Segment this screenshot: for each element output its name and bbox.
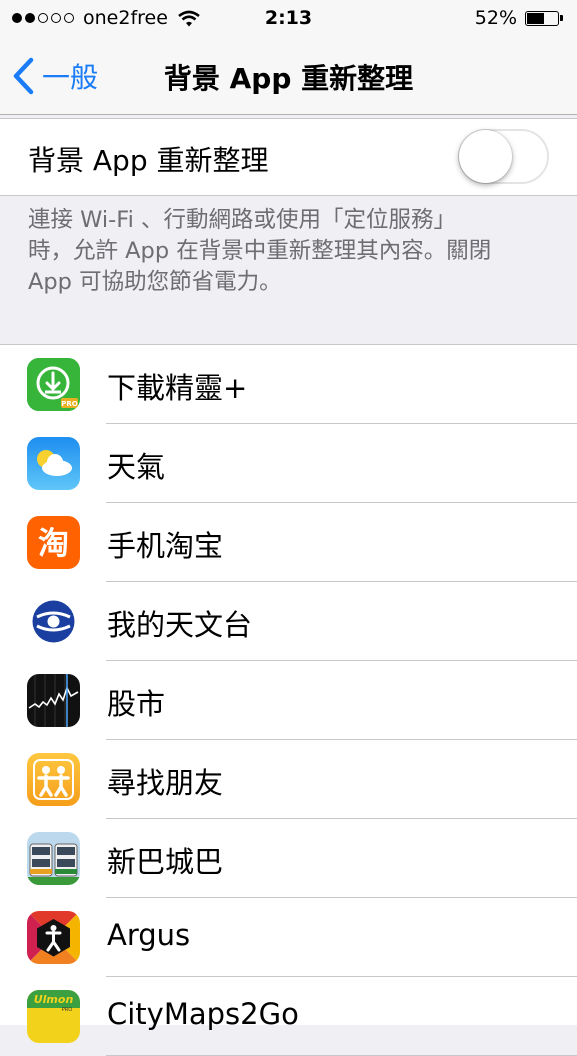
section-footer-description: 連接 Wi-Fi 、行動網路或使用「定位服務」 時，允許 App 在背景中重新整… (28, 205, 558, 298)
app-list: PRO 下載精靈+ 天氣 淘 手机淘宝 我的天文台 股市 尋找朋友 新巴城巴 A… (0, 344, 577, 1056)
svg-text:PRO: PRO (61, 400, 78, 408)
app-name: 手机淘宝 (107, 529, 224, 563)
background-refresh-label: 背景 App 重新整理 (28, 144, 269, 177)
battery-tip (560, 15, 563, 21)
footer-line: 時，允許 App 在背景中重新整理其內容。關閉 (28, 238, 492, 264)
app-name: 新巴城巴 (107, 845, 224, 879)
find-friends-icon (27, 753, 80, 806)
app-row[interactable]: 股市 (0, 661, 577, 740)
app-row[interactable]: 新巴城巴 (0, 819, 577, 898)
background-refresh-toggle[interactable] (458, 129, 549, 184)
taobao-icon: 淘 (27, 516, 80, 569)
app-name: 尋找朋友 (107, 766, 224, 800)
download-pro-icon: PRO (27, 358, 80, 411)
app-row[interactable]: PRO 下載精靈+ (0, 345, 577, 424)
app-name: CityMaps2Go (107, 997, 299, 1031)
app-name: 下載精靈+ (107, 371, 248, 405)
navigation-bar: 一般 背景 App 重新整理 (0, 38, 577, 115)
battery-status: 52% (475, 7, 563, 29)
argus-icon (27, 911, 80, 964)
citymaps-icon: Ulmon PRO (27, 990, 80, 1043)
page-title: 背景 App 重新整理 (163, 62, 414, 95)
app-name: 股市 (107, 687, 166, 721)
svg-text:Ulmon: Ulmon (34, 993, 74, 1006)
app-name: 我的天文台 (107, 608, 253, 642)
app-name: 天氣 (107, 450, 166, 484)
svg-text:PRO: PRO (62, 1007, 72, 1013)
app-name: Argus (107, 918, 191, 952)
app-row[interactable]: 天氣 (0, 424, 577, 503)
bus-icon (27, 832, 80, 885)
status-bar: one2free 2:13 52% (0, 0, 577, 38)
app-row[interactable]: 我的天文台 (0, 582, 577, 661)
app-row[interactable]: 尋找朋友 (0, 740, 577, 819)
toggle-knob (459, 130, 512, 183)
svg-text:淘: 淘 (38, 526, 69, 562)
app-row[interactable]: 淘 手机淘宝 (0, 503, 577, 582)
my-observatory-icon (27, 595, 80, 648)
background-refresh-row: 背景 App 重新整理 (0, 118, 577, 196)
footer-line: App 可協助您節省電力。 (28, 269, 282, 295)
battery-percentage: 52% (474, 7, 517, 29)
footer-line: 連接 Wi-Fi 、行動網路或使用「定位服務」 (28, 207, 456, 233)
stocks-icon (27, 674, 80, 727)
app-row[interactable]: Ulmon PRO CityMaps2Go (0, 977, 577, 1056)
battery-icon (525, 10, 559, 26)
app-row[interactable]: Argus (0, 898, 577, 977)
weather-icon (27, 437, 80, 490)
